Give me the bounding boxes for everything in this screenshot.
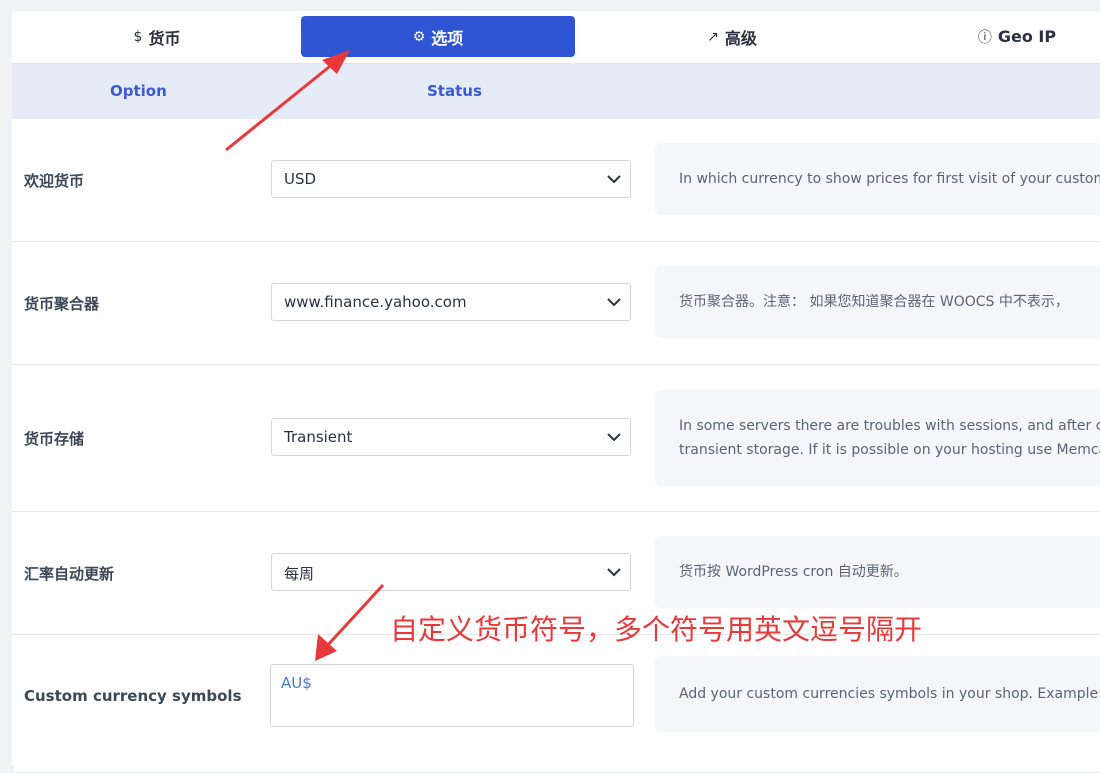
chevron-down-icon — [607, 298, 621, 307]
chevron-down-icon — [607, 568, 621, 577]
welcome-currency-select[interactable]: USD — [271, 160, 631, 198]
dollar-icon: $ — [133, 28, 143, 45]
custom-currency-symbols-textarea[interactable]: AU$ — [270, 664, 634, 727]
info-circle-icon: ⓘ — [977, 29, 992, 46]
table-row: 货币聚合器 www.finance.yahoo.com 货币聚合器。注意： 如果… — [12, 242, 1100, 365]
row-label: 汇率自动更新 — [24, 565, 115, 583]
tab-currency[interactable]: $ 货币 — [82, 16, 232, 57]
external-link-icon: ↗ — [707, 28, 719, 45]
column-header-option: Option — [110, 82, 167, 100]
row-label: Custom currency symbols — [24, 687, 242, 705]
description-text: transient storage. If it is possible on … — [679, 442, 1100, 458]
row-label: 货币聚合器 — [24, 295, 100, 313]
table-header: Option Status — [12, 63, 1100, 120]
description-text: Add your custom currencies symbols in yo… — [679, 686, 1100, 702]
tab-options[interactable]: ⚙ 选项 — [301, 16, 575, 57]
currency-aggregator-select[interactable]: www.finance.yahoo.com — [271, 283, 631, 321]
select-value: 每周 — [284, 565, 315, 583]
table-row: Custom currency symbols AU$ Add your cus… — [12, 635, 1100, 765]
row-description: In which currency to show prices for fir… — [655, 143, 1100, 215]
row-description: Add your custom currencies symbols in yo… — [655, 656, 1100, 732]
row-description: In some servers there are troubles with … — [655, 390, 1100, 486]
row-label: 欢迎货币 — [24, 172, 85, 190]
row-description: 货币按 WordPress cron 自动更新。 — [655, 536, 1100, 608]
description-text: In some servers there are troubles with … — [679, 418, 1100, 434]
description-text: 货币按 WordPress cron 自动更新。 — [679, 564, 908, 580]
select-value: USD — [284, 170, 317, 188]
textarea-value: AU$ — [281, 674, 312, 692]
currency-storage-select[interactable]: Transient — [271, 418, 631, 456]
rate-auto-update-select[interactable]: 每周 — [271, 553, 631, 591]
select-value: Transient — [284, 428, 353, 446]
description-text: 货币聚合器。注意： 如果您知道聚合器在 WOOCS 中不表示， — [679, 294, 1069, 310]
tab-label: 货币 — [148, 28, 181, 48]
select-value: www.finance.yahoo.com — [284, 293, 467, 311]
gear-icon: ⚙ — [412, 28, 426, 45]
tab-advanced[interactable]: ↗ 高级 — [657, 16, 807, 57]
row-label: 货币存储 — [24, 430, 85, 448]
chevron-down-icon — [607, 175, 621, 184]
chevron-down-icon — [607, 433, 621, 442]
tab-geo-ip[interactable]: ⓘ Geo IP — [942, 16, 1092, 57]
annotation-text: 自定义货币符号，多个符号用英文逗号隔开 — [390, 613, 923, 646]
column-header-status: Status — [427, 82, 482, 100]
tab-label: Geo IP — [997, 27, 1057, 46]
table-row: 欢迎货币 USD In which currency to show price… — [12, 119, 1100, 242]
description-text: In which currency to show prices for fir… — [679, 171, 1100, 187]
table-row: 货币存储 Transient In some servers there are… — [12, 365, 1100, 512]
tab-bar: $ 货币 ⚙ 选项 ↗ 高级 ⓘ Geo IP — [12, 11, 1100, 63]
tab-label: 选项 — [431, 28, 464, 48]
tab-label: 高级 — [724, 28, 757, 48]
row-description: 货币聚合器。注意： 如果您知道聚合器在 WOOCS 中不表示， — [655, 266, 1100, 338]
